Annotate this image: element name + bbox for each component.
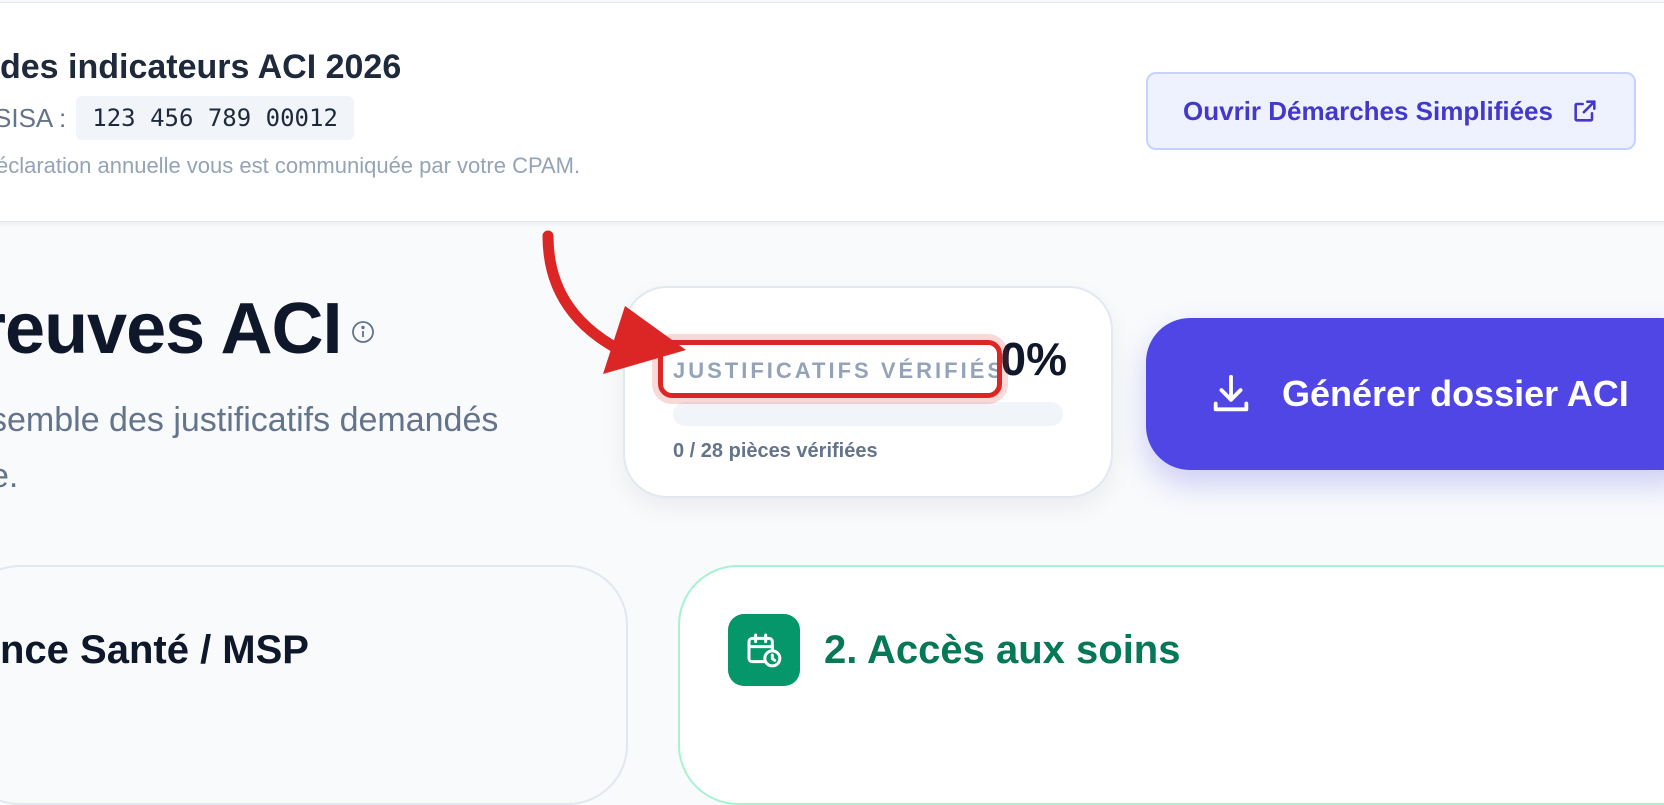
page-subtitle-line-1: semble des justificatifs demandés	[0, 401, 499, 439]
declaration-note: éclaration annuelle vous est communiquée…	[0, 153, 581, 178]
progress-bar	[673, 402, 1063, 426]
progress-count: 0 / 28 pièces vérifiées	[673, 440, 878, 462]
section-card-msp[interactable]	[0, 565, 628, 805]
page-subtitle-line-2: e.	[0, 457, 19, 495]
progress-percent: 0%	[1000, 333, 1067, 385]
ds-button-label: Ouvrir Démarches Simplifiées	[1183, 95, 1553, 126]
section-title-acces-aux-soins: 2. Accès aux soins	[824, 628, 1181, 672]
finess-row: SISA : 123 456 789 00012	[0, 96, 354, 140]
generate-button-label: Générer dossier ACI	[1282, 373, 1629, 414]
finess-label: SISA :	[0, 102, 67, 133]
finess-code: 123 456 789 00012	[76, 96, 354, 140]
page-subtitle: semble des justificatifs demandés e.	[0, 392, 550, 504]
download-icon	[1213, 374, 1249, 412]
page-title: reuves ACI	[0, 289, 342, 369]
open-demarches-simplifiees-button[interactable]: Ouvrir Démarches Simplifiées	[1146, 72, 1636, 150]
declaration-title: des indicateurs ACI 2026	[0, 48, 402, 86]
external-link-icon	[1574, 100, 1596, 122]
section-title-msp: nce Santé / MSP	[0, 628, 309, 672]
calendar-clock-icon	[728, 614, 800, 686]
generate-aci-dossier-button[interactable]: Générer dossier ACI	[1146, 318, 1664, 470]
section-card-acces-aux-soins[interactable]	[678, 565, 1664, 805]
info-icon[interactable]	[351, 320, 375, 344]
annotation-highlight-box	[658, 340, 1002, 398]
